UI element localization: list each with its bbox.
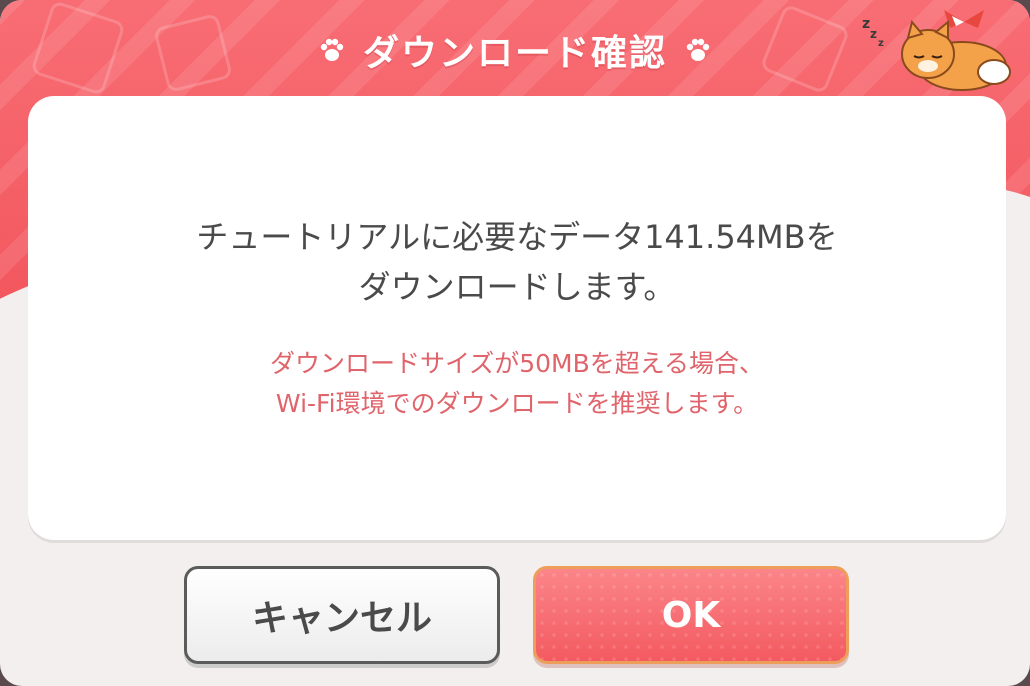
dialog-content-card: チュートリアルに必要なデータ141.54MBを ダウンロードします。 ダウンロー… bbox=[28, 96, 1006, 540]
ok-button-label: OK bbox=[661, 594, 721, 636]
wifi-warning-line: ダウンロードサイズが50MBを超える場合、 bbox=[269, 349, 765, 378]
paw-icon bbox=[686, 38, 710, 61]
download-confirm-dialog: ダウンロード確認 z z z チュートリアルに必要なデータ141.54MBを ダ… bbox=[0, 0, 1030, 686]
dialog-title: ダウンロード確認 bbox=[362, 33, 667, 74]
svg-text:z: z bbox=[870, 27, 877, 41]
paw-icon bbox=[320, 38, 344, 61]
ok-button[interactable]: OK bbox=[533, 566, 849, 664]
svg-text:z: z bbox=[862, 16, 870, 32]
svg-text:z: z bbox=[878, 38, 884, 49]
sleeping-fox-mascot-icon: z z z bbox=[862, 10, 1011, 91]
download-message: チュートリアルに必要なデータ141.54MBを ダウンロードします。 bbox=[28, 212, 1006, 312]
wifi-warning-line: Wi-Fi環境でのダウンロードを推奨します。 bbox=[275, 389, 759, 418]
download-message-line: チュートリアルに必要なデータ141.54MBを bbox=[196, 218, 838, 256]
wifi-warning: ダウンロードサイズが50MBを超える場合、 Wi-Fi環境でのダウンロードを推奨… bbox=[28, 344, 1006, 424]
cancel-button[interactable]: キャンセル bbox=[184, 566, 500, 664]
download-message-line: ダウンロードします。 bbox=[358, 268, 676, 306]
cancel-button-label: キャンセル bbox=[251, 598, 432, 639]
